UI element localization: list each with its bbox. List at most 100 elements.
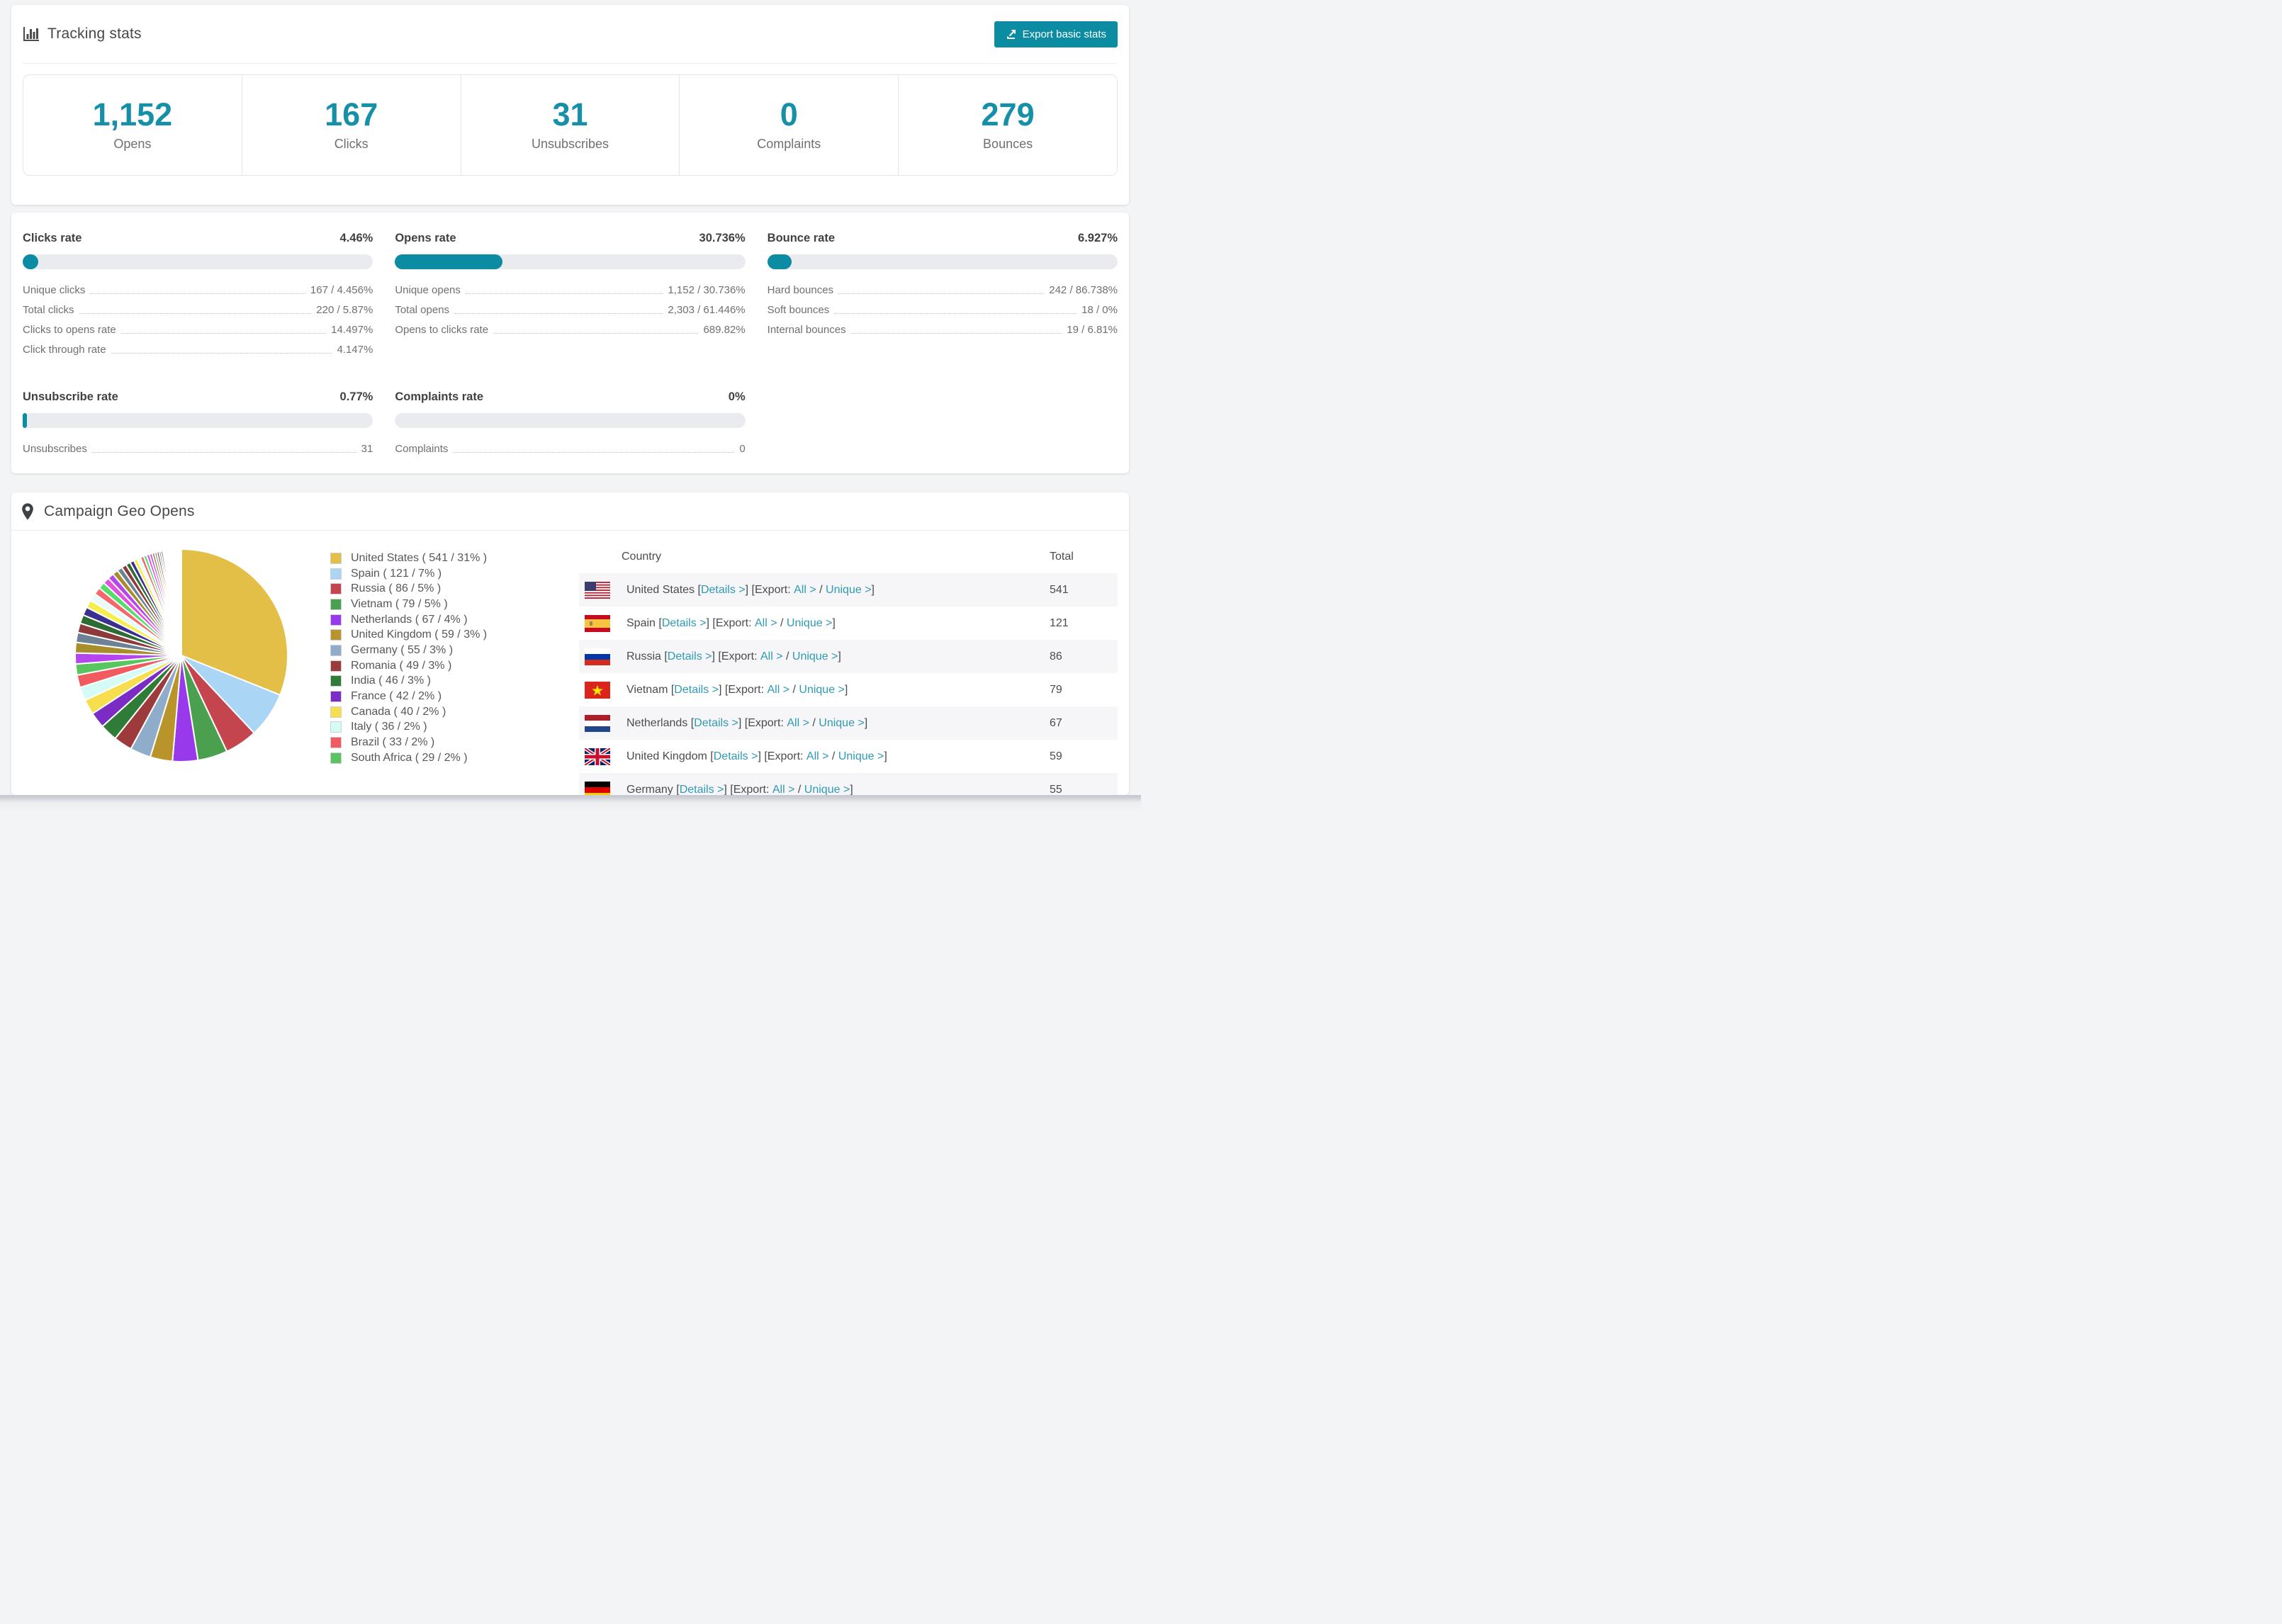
stat-value: 0 <box>780 96 798 132</box>
total-cell: 79 <box>1050 683 1062 696</box>
bracket: ] <box>864 716 868 729</box>
legend-label: United Kingdom ( 59 / 3% ) <box>351 628 488 641</box>
details-link[interactable]: Details > <box>674 684 719 697</box>
progress-bar-fill <box>23 254 39 269</box>
stat-label: Clicks <box>334 137 369 151</box>
details-link[interactable]: Details > <box>668 650 712 663</box>
legend-item-south-africa[interactable]: South Africa ( 29 / 2% ) <box>330 750 487 766</box>
stat-row-value: 689.82% <box>703 324 746 336</box>
rate-value: 4.46% <box>339 232 373 244</box>
de-flag-icon <box>585 781 610 795</box>
map-pin-icon <box>21 502 35 521</box>
legend-swatch <box>330 583 342 595</box>
geo-opens-pie-chart <box>71 545 292 766</box>
export-unique-link[interactable]: Unique > <box>792 650 838 663</box>
legend-item-brazil[interactable]: Brazil ( 33 / 2% ) <box>330 735 487 750</box>
progress-bar-fill <box>395 254 503 269</box>
dotted-leader <box>838 293 1045 294</box>
export-button-label: Export basic stats <box>1022 28 1106 40</box>
details-link[interactable]: Details > <box>714 750 758 763</box>
bracket: [ <box>673 783 680 796</box>
stat-row: Internal bounces 19 / 6.81% <box>768 323 1118 337</box>
slash: / <box>794 783 804 796</box>
tracking-stats-header: Tracking stats Export basic stats <box>11 5 1129 63</box>
total-column-header: Total <box>1050 551 1074 563</box>
bracket: [ <box>707 750 714 762</box>
rate-block-unsubscribe-rate: Unsubscribe rate 0.77% Unsubscribes 31 <box>23 390 373 462</box>
rate-value: 0% <box>728 390 746 403</box>
legend-item-india[interactable]: India ( 46 / 3% ) <box>330 674 487 689</box>
progress-bar-track <box>23 413 373 428</box>
bracket: ] [Export: <box>712 650 760 662</box>
export-all-link[interactable]: All > <box>794 584 816 597</box>
stat-row: Unsubscribes 31 <box>23 442 373 456</box>
export-unique-link[interactable]: Unique > <box>799 684 845 697</box>
export-unique-link[interactable]: Unique > <box>804 784 850 796</box>
export-all-link[interactable]: All > <box>772 784 795 796</box>
geo-country-table: Country Total United States [Details >] … <box>579 541 1118 795</box>
export-unique-link[interactable]: Unique > <box>787 617 833 630</box>
legend-label: Canada ( 40 / 2% ) <box>351 705 446 718</box>
export-unique-link[interactable]: Unique > <box>826 584 872 597</box>
legend-swatch <box>330 721 342 733</box>
legend-label: Spain ( 121 / 7% ) <box>351 567 442 580</box>
bracket: ] <box>884 750 887 762</box>
export-unique-link[interactable]: Unique > <box>838 750 884 763</box>
stat-row-label: Unsubscribes <box>23 443 87 455</box>
slash: / <box>809 716 819 729</box>
bracket: ] <box>850 783 853 796</box>
export-all-link[interactable]: All > <box>767 684 789 697</box>
details-link[interactable]: Details > <box>680 784 724 796</box>
stat-cell-opens: 1,152 Opens <box>23 75 242 175</box>
stat-row-label: Total clicks <box>23 304 74 316</box>
export-all-link[interactable]: All > <box>806 750 829 763</box>
dotted-leader <box>111 353 332 354</box>
legend-swatch <box>330 614 342 626</box>
details-link[interactable]: Details > <box>694 717 738 730</box>
stat-row-label: Click through rate <box>23 344 106 356</box>
dotted-leader <box>453 452 735 453</box>
bracket: [ <box>661 650 668 662</box>
total-cell: 55 <box>1050 783 1062 796</box>
country-cell: Vietnam [Details >] [Export: All > / Uni… <box>579 681 1050 699</box>
export-all-link[interactable]: All > <box>755 617 777 630</box>
geo-section-title: Campaign Geo Opens <box>44 502 195 519</box>
details-link[interactable]: Details > <box>662 617 707 630</box>
export-unique-link[interactable]: Unique > <box>819 717 865 730</box>
export-all-link[interactable]: All > <box>787 717 809 730</box>
table-row-nl: Netherlands [Details >] [Export: All > /… <box>579 706 1118 740</box>
bracket: [ <box>655 616 662 629</box>
details-link[interactable]: Details > <box>701 584 746 597</box>
legend-item-canada[interactable]: Canada ( 40 / 2% ) <box>330 704 487 720</box>
stat-row-value: 167 / 4.456% <box>310 284 373 296</box>
bar-chart-icon <box>23 26 40 43</box>
page-bottom-edge <box>0 795 1141 812</box>
legend-label: India ( 46 / 3% ) <box>351 675 431 687</box>
dotted-leader <box>90 293 305 294</box>
legend-item-germany[interactable]: Germany ( 55 / 3% ) <box>330 643 487 658</box>
bracket: [ <box>687 716 695 729</box>
legend-item-italy[interactable]: Italy ( 36 / 2% ) <box>330 720 487 735</box>
legend-item-united-kingdom[interactable]: United Kingdom ( 59 / 3% ) <box>330 627 487 643</box>
export-all-link[interactable]: All > <box>760 650 783 663</box>
legend-item-romania[interactable]: Romania ( 49 / 3% ) <box>330 658 487 674</box>
legend-item-netherlands[interactable]: Netherlands ( 67 / 4% ) <box>330 612 487 628</box>
stat-row: Opens to clicks rate 689.82% <box>395 323 745 337</box>
table-row-es: Spain [Details >] [Export: All > / Uniqu… <box>579 607 1118 640</box>
rate-block-complaints-rate: Complaints rate 0% Complaints 0 <box>395 390 746 462</box>
stat-row: Hard bounces 242 / 86.738% <box>768 283 1118 297</box>
stat-value: 31 <box>552 96 588 132</box>
legend-item-spain[interactable]: Spain ( 121 / 7% ) <box>330 566 487 582</box>
pie-legend: United States ( 541 / 31% ) Spain ( 121 /… <box>330 551 487 766</box>
legend-item-united-states[interactable]: United States ( 541 / 31% ) <box>330 551 487 566</box>
legend-item-russia[interactable]: Russia ( 86 / 5% ) <box>330 581 487 597</box>
stat-row-value: 31 <box>361 443 373 455</box>
country-name: Russia <box>626 650 661 662</box>
country-name: United States <box>626 583 695 596</box>
bracket: ] [Export: <box>719 683 768 696</box>
legend-item-vietnam[interactable]: Vietnam ( 79 / 5% ) <box>330 597 487 612</box>
bracket: [ <box>668 683 675 696</box>
legend-item-france[interactable]: France ( 42 / 2% ) <box>330 689 487 704</box>
legend-label: France ( 42 / 2% ) <box>351 690 442 703</box>
export-basic-stats-button[interactable]: Export basic stats <box>994 21 1118 47</box>
